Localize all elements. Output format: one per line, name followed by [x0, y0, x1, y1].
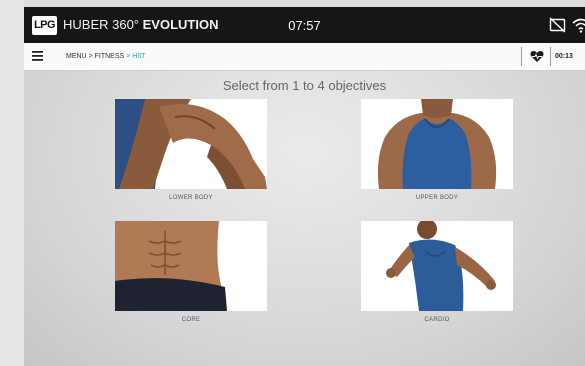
- device-bezel: [0, 0, 24, 366]
- breadcrumb-separator: >: [88, 53, 93, 60]
- core-image: [115, 221, 267, 311]
- objective-upper-body[interactable]: UPPER BODY: [361, 99, 513, 202]
- objective-core[interactable]: CORE: [115, 221, 267, 324]
- objective-prompt: Select from 1 to 4 objectives: [222, 78, 387, 93]
- breadcrumb-menu[interactable]: MENU: [66, 53, 87, 60]
- heart-rate-icon[interactable]: [530, 50, 544, 63]
- cardio-image: [361, 221, 513, 311]
- objective-label: LOWER BODY: [169, 195, 213, 201]
- breadcrumb-fitness[interactable]: FITNESS: [95, 53, 125, 60]
- wifi-icon: [572, 17, 585, 33]
- nav-divider: [521, 47, 522, 66]
- objective-lower-body[interactable]: LOWER BODY: [115, 99, 267, 202]
- objective-label: UPPER BODY: [415, 195, 459, 201]
- objective-label: CORE: [181, 317, 201, 323]
- breadcrumb-current: HIIT: [132, 53, 146, 60]
- status-clock: 07:57: [288, 18, 321, 33]
- breadcrumb-separator: >: [126, 53, 131, 60]
- nav-bar: MENU > FITNESS > HIIT 00:13: [24, 43, 585, 71]
- upper-body-image: [361, 99, 513, 189]
- cast-off-icon[interactable]: [549, 17, 566, 33]
- app-screen: LPG HUBER 360° EVOLUTION 07:57 MENU > FI…: [24, 7, 585, 366]
- breadcrumb: MENU > FITNESS > HIIT: [66, 51, 145, 62]
- lower-body-image: [115, 99, 267, 189]
- status-bar: LPG HUBER 360° EVOLUTION 07:57: [24, 7, 585, 43]
- session-timer: 00:13: [555, 53, 573, 60]
- objective-cardio[interactable]: CARDIO: [361, 221, 513, 324]
- nav-divider: [550, 47, 551, 66]
- hamburger-menu-icon[interactable]: [32, 51, 43, 61]
- tablet-device: LPG HUBER 360° EVOLUTION 07:57 MENU > FI…: [0, 0, 585, 366]
- objective-label: CARDIO: [424, 317, 450, 323]
